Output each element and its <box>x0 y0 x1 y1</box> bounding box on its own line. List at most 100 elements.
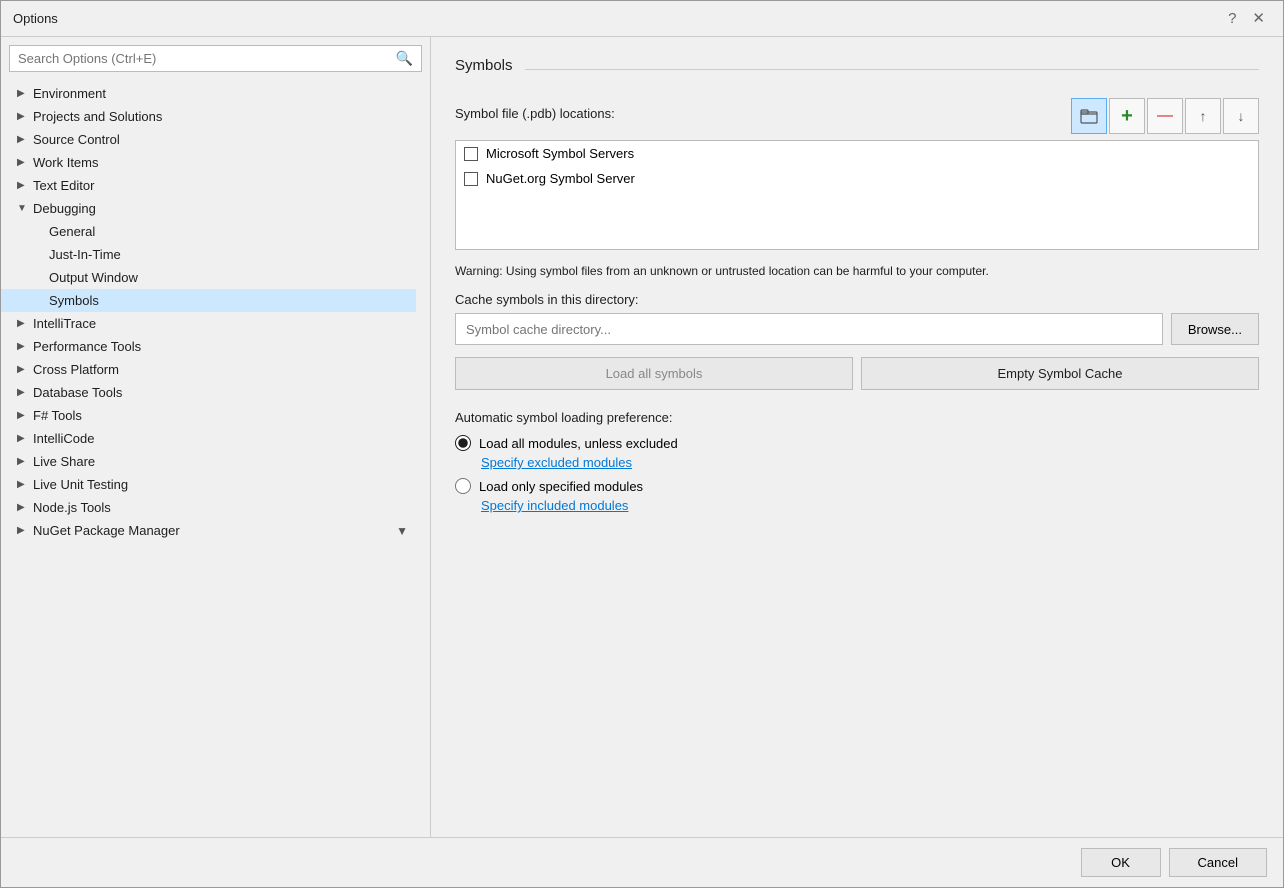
chevron-right-icon: ▶ <box>17 502 29 513</box>
sidebar-item-label: Node.js Tools <box>33 500 111 515</box>
nuget-server-label: NuGet.org Symbol Server <box>486 171 635 186</box>
list-item: Microsoft Symbol Servers <box>456 141 1258 166</box>
search-input[interactable] <box>10 46 388 71</box>
sidebar-item-work-items[interactable]: ▶ Work Items <box>1 151 416 174</box>
sidebar-item-environment[interactable]: ▶ Environment <box>1 82 416 105</box>
sidebar-item-label: Text Editor <box>33 178 94 193</box>
pdb-label: Symbol file (.pdb) locations: <box>455 106 615 121</box>
chevron-right-icon: ▶ <box>17 525 29 536</box>
chevron-right-icon: ▶ <box>17 479 29 490</box>
sidebar-item-label: Source Control <box>33 132 120 147</box>
sidebar-item-intellicode[interactable]: ▶ IntelliCode <box>1 427 416 450</box>
empty-symbol-cache-button[interactable]: Empty Symbol Cache <box>861 357 1259 390</box>
sidebar-item-nuget[interactable]: ▶ NuGet Package Manager ▼ <box>1 519 416 542</box>
specify-excluded-link[interactable]: Specify excluded modules <box>481 455 1259 470</box>
sidebar-item-source-control[interactable]: ▶ Source Control <box>1 128 416 151</box>
sidebar-item-label: Environment <box>33 86 106 101</box>
dialog-title: Options <box>13 11 58 26</box>
help-button[interactable]: ? <box>1222 9 1242 28</box>
add-toolbar-button[interactable]: + <box>1109 98 1145 134</box>
cache-directory-input[interactable] <box>455 313 1163 345</box>
cache-label: Cache symbols in this directory: <box>455 292 1259 307</box>
sidebar-item-label: Work Items <box>33 155 99 170</box>
cancel-button[interactable]: Cancel <box>1169 848 1267 877</box>
tree-list: ▶ Environment ▶ Projects and Solutions ▶… <box>1 80 430 544</box>
sidebar-item-symbols[interactable]: Symbols <box>1 289 416 312</box>
sidebar-item-label: Live Share <box>33 454 95 469</box>
pref-label: Automatic symbol loading preference: <box>455 410 1259 425</box>
sidebar-item-label: Database Tools <box>33 385 122 400</box>
search-wrapper: 🔍 <box>9 45 422 72</box>
sidebar-item-nodejs-tools[interactable]: ▶ Node.js Tools <box>1 496 416 519</box>
load-all-radio[interactable] <box>455 435 471 451</box>
warning-text: Warning: Using symbol files from an unkn… <box>455 262 1259 280</box>
sidebar-item-cross-platform[interactable]: ▶ Cross Platform <box>1 358 416 381</box>
sidebar-item-label: Live Unit Testing <box>33 477 128 492</box>
chevron-right-icon: ▶ <box>17 180 29 191</box>
specify-included-link[interactable]: Specify included modules <box>481 498 1259 513</box>
microsoft-servers-label: Microsoft Symbol Servers <box>486 146 634 161</box>
sidebar-item-intellitrace[interactable]: ▶ IntelliTrace <box>1 312 416 335</box>
sidebar-item-performance-tools[interactable]: ▶ Performance Tools <box>1 335 416 358</box>
load-all-radio-label: Load all modules, unless excluded <box>479 436 678 451</box>
sidebar-item-live-share[interactable]: ▶ Live Share <box>1 450 416 473</box>
nuget-server-checkbox[interactable] <box>464 172 478 186</box>
load-all-symbols-button[interactable]: Load all symbols <box>455 357 853 390</box>
search-icon-button[interactable]: 🔍 <box>388 46 421 71</box>
folder-toolbar-button[interactable] <box>1071 98 1107 134</box>
title-bar: Options ? ✕ <box>1 1 1283 37</box>
sidebar-item-output-window[interactable]: Output Window <box>1 266 416 289</box>
chevron-right-icon: ▶ <box>17 157 29 168</box>
chevron-right-icon: ▶ <box>17 364 29 375</box>
action-row: Load all symbols Empty Symbol Cache <box>455 357 1259 390</box>
chevron-right-icon: ▶ <box>17 387 29 398</box>
sidebar-item-debugging[interactable]: ▼ Debugging <box>1 197 416 220</box>
sidebar-item-live-unit-testing[interactable]: ▶ Live Unit Testing <box>1 473 416 496</box>
up-toolbar-button[interactable]: ↑ <box>1185 98 1221 134</box>
right-panel: Symbols Symbol file (.pdb) locations: + <box>431 37 1283 837</box>
chevron-right-icon: ▶ <box>17 134 29 145</box>
close-button[interactable]: ✕ <box>1246 9 1271 28</box>
sidebar-item-label: Projects and Solutions <box>33 109 162 124</box>
tree-container: ▶ Environment ▶ Projects and Solutions ▶… <box>1 80 430 837</box>
down-toolbar-button[interactable]: ↓ <box>1223 98 1259 134</box>
sidebar-item-database-tools[interactable]: ▶ Database Tools <box>1 381 416 404</box>
sidebar-item-label: General <box>49 224 95 239</box>
chevron-right-icon: ▶ <box>17 318 29 329</box>
left-panel: 🔍 ▶ Environment ▶ Projects and Solutions <box>1 37 431 837</box>
list-item: NuGet.org Symbol Server <box>456 166 1258 191</box>
cache-row: Browse... <box>455 313 1259 345</box>
sidebar-item-label: Performance Tools <box>33 339 141 354</box>
panel-title: Symbols <box>455 57 513 82</box>
sidebar-item-label: IntelliTrace <box>33 316 96 331</box>
dialog-footer: OK Cancel <box>1 837 1283 887</box>
remove-toolbar-button[interactable]: — <box>1147 98 1183 134</box>
content-area: 🔍 ▶ Environment ▶ Projects and Solutions <box>1 37 1283 837</box>
sidebar-item-just-in-time[interactable]: Just-In-Time <box>1 243 416 266</box>
chevron-down-icon: ▼ <box>17 203 29 214</box>
chevron-right-icon: ▶ <box>17 410 29 421</box>
microsoft-servers-checkbox[interactable] <box>464 147 478 161</box>
title-bar-buttons: ? ✕ <box>1222 9 1271 28</box>
sidebar-item-label: NuGet Package Manager <box>33 523 180 538</box>
sidebar-item-label: Cross Platform <box>33 362 119 377</box>
load-only-radio[interactable] <box>455 478 471 494</box>
chevron-right-icon: ▶ <box>17 456 29 467</box>
chevron-right-icon: ▶ <box>17 341 29 352</box>
sidebar-item-label: Debugging <box>33 201 96 216</box>
pdb-list: Microsoft Symbol Servers NuGet.org Symbo… <box>455 140 1259 250</box>
sidebar-item-label: Just-In-Time <box>49 247 121 262</box>
options-dialog: Options ? ✕ 🔍 ▶ Environment <box>0 0 1284 888</box>
load-only-radio-label: Load only specified modules <box>479 479 643 494</box>
browse-button[interactable]: Browse... <box>1171 313 1259 345</box>
sidebar-item-text-editor[interactable]: ▶ Text Editor <box>1 174 416 197</box>
sidebar-item-label: Symbols <box>49 293 99 308</box>
sidebar-item-label: F# Tools <box>33 408 82 423</box>
sidebar-item-general[interactable]: General <box>1 220 416 243</box>
chevron-right-icon: ▶ <box>17 111 29 122</box>
sidebar-item-fsharp-tools[interactable]: ▶ F# Tools <box>1 404 416 427</box>
sidebar-item-label: IntelliCode <box>33 431 94 446</box>
sidebar-item-projects-solutions[interactable]: ▶ Projects and Solutions <box>1 105 416 128</box>
chevron-right-icon: ▶ <box>17 88 29 99</box>
ok-button[interactable]: OK <box>1081 848 1161 877</box>
